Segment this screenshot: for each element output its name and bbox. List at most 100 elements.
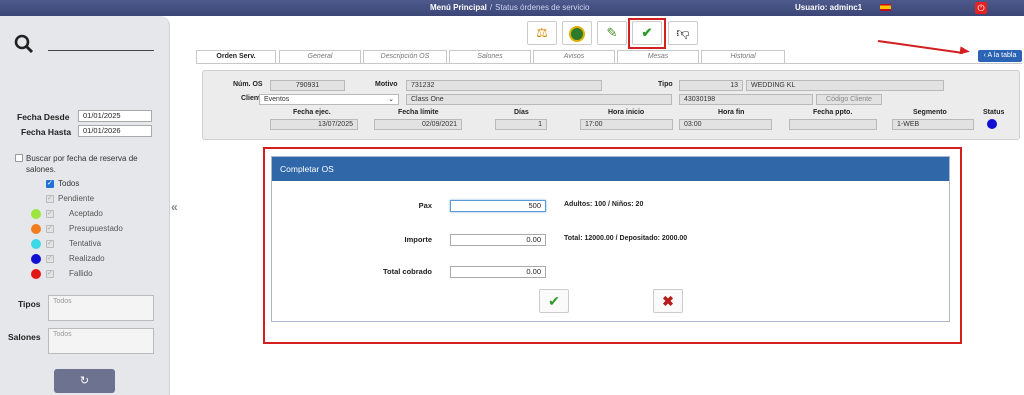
segmento-label: Segmento bbox=[913, 109, 947, 116]
status-label: Aceptado bbox=[69, 209, 103, 218]
tab-1[interactable]: General bbox=[279, 50, 361, 63]
chevron-down-icon: ⌄ bbox=[388, 96, 394, 103]
highlight-complete-button bbox=[628, 18, 666, 49]
status-checkbox[interactable] bbox=[46, 254, 54, 263]
pax-label: Pax bbox=[418, 201, 432, 210]
money-button[interactable] bbox=[562, 21, 592, 45]
tipo-code-field: 13 bbox=[679, 80, 743, 91]
balance-icon: ⚖ bbox=[536, 25, 548, 40]
num-os-field: 790931 bbox=[270, 80, 345, 91]
filter-sidebar: Fecha Desde 01/01/2025 Fecha Hasta 01/01… bbox=[0, 16, 170, 395]
status-label: Presupuestado bbox=[69, 224, 123, 233]
tipo-name-field: WEDDING KL bbox=[746, 80, 944, 91]
buscar-reserva-label: Buscar por fecha de reserva de salones. bbox=[26, 154, 138, 174]
fecha-hasta-label: Fecha Hasta bbox=[21, 127, 72, 137]
segmento-field: 1-WEB bbox=[892, 119, 974, 130]
confirm-button[interactable]: ✔ bbox=[539, 289, 569, 313]
fecha-ppto-label: Fecha ppto. bbox=[813, 109, 853, 116]
spain-flag-icon[interactable] bbox=[880, 4, 891, 11]
dias-label: Días bbox=[514, 109, 529, 116]
refresh-icon: ↻ bbox=[79, 375, 90, 387]
pax-note: Adultos: 100 / Niños: 20 bbox=[564, 201, 644, 208]
importe-input[interactable]: 0.00 bbox=[450, 234, 546, 246]
fecha-desde-input[interactable]: 01/01/2025 bbox=[78, 110, 152, 122]
status-checkbox[interactable] bbox=[46, 209, 54, 218]
breadcrumb-menu[interactable]: Menú Principal bbox=[430, 3, 487, 12]
cliente-code-field: 43030198 bbox=[679, 94, 813, 105]
status-checkbox[interactable] bbox=[46, 194, 54, 203]
tab-divider bbox=[196, 63, 1022, 64]
status-color-dot bbox=[31, 239, 41, 249]
reject-button[interactable]: 👎︎ bbox=[668, 21, 698, 45]
dialog-title: Completar OS bbox=[272, 157, 949, 181]
buscar-reserva-checkbox[interactable] bbox=[15, 154, 23, 162]
fecha-hasta-input[interactable]: 01/01/2026 bbox=[78, 125, 152, 137]
edit-button[interactable]: ✎ bbox=[597, 21, 627, 45]
importe-note: Total: 12000.00 / Depositado: 2000.00 bbox=[564, 235, 688, 242]
search-input[interactable] bbox=[48, 50, 154, 51]
hora-inicio-label: Hora inicio bbox=[608, 109, 645, 116]
importe-label: Importe bbox=[404, 235, 432, 244]
cliente-value: Eventos bbox=[264, 96, 290, 103]
money-icon bbox=[569, 25, 585, 42]
status-label: Realizado bbox=[69, 254, 105, 263]
status-color-dot bbox=[31, 269, 41, 279]
hora-inicio-field: 17:00 bbox=[580, 119, 673, 130]
collapse-sidebar-icon[interactable]: « bbox=[171, 200, 178, 214]
status-label: Tentativa bbox=[69, 239, 102, 248]
search-icon[interactable] bbox=[14, 34, 34, 54]
order-header-panel: Núm. OS 790931 Motivo 731232 Tipo 13 WED… bbox=[202, 70, 1020, 140]
user-label: Usuario: adminc1 bbox=[795, 3, 863, 12]
codigo-cliente-field[interactable]: Código Cliente bbox=[816, 94, 882, 105]
dias-field: 1 bbox=[495, 119, 547, 130]
tab-0[interactable]: Orden Serv. bbox=[196, 50, 276, 63]
top-bar: Menú Principal / Status órdenes de servici… bbox=[0, 0, 1024, 16]
annotation-arrowhead bbox=[959, 46, 971, 56]
tab-3[interactable]: Salones bbox=[449, 50, 531, 63]
completar-os-dialog: Completar OS Pax 500 Adultos: 100 / Niño… bbox=[271, 156, 950, 322]
status-color-dot bbox=[31, 254, 41, 264]
fecha-limite-field: 02/09/2021 bbox=[374, 119, 462, 130]
thumbs-down-icon: 👎︎ bbox=[676, 25, 690, 40]
fecha-ejec-field: 13/07/2025 bbox=[270, 119, 358, 130]
status-label: Fallido bbox=[69, 269, 93, 278]
status-indicator bbox=[987, 119, 997, 129]
total-cobrado-input[interactable]: 0.00 bbox=[450, 266, 546, 278]
fecha-desde-label: Fecha Desde bbox=[17, 112, 70, 122]
back-to-table-button[interactable]: ‹ A la tabla bbox=[978, 50, 1022, 62]
edit-icon: ✎ bbox=[606, 25, 618, 40]
breadcrumb: Menú Principal / Status órdenes de servici… bbox=[430, 3, 589, 12]
hora-fin-label: Hora fin bbox=[718, 109, 745, 116]
status-label: Todos bbox=[58, 179, 80, 188]
status-checkbox[interactable] bbox=[46, 224, 54, 233]
checkmark-icon: ✔ bbox=[548, 293, 560, 309]
tipos-label: Tipos bbox=[18, 299, 41, 309]
status-checkbox[interactable] bbox=[46, 239, 54, 248]
cliente-select[interactable]: Eventos ⌄ bbox=[259, 94, 399, 105]
status-checkbox[interactable] bbox=[46, 269, 54, 278]
salones-input[interactable]: Todos bbox=[48, 328, 154, 354]
tipos-input[interactable]: Todos bbox=[48, 295, 154, 321]
class-field: Class One bbox=[406, 94, 672, 105]
status-label: Pendiente bbox=[58, 194, 95, 203]
tab-6[interactable]: Historial bbox=[701, 50, 785, 63]
total-cobrado-label: Total cobrado bbox=[382, 267, 432, 276]
status-color-dot bbox=[31, 209, 41, 219]
tab-4[interactable]: Avisos bbox=[533, 50, 615, 63]
hora-fin-field: 03:00 bbox=[679, 119, 772, 130]
refresh-button[interactable]: ↻ bbox=[54, 369, 115, 393]
pax-input[interactable]: 500 bbox=[450, 200, 546, 212]
motivo-field: 731232 bbox=[406, 80, 602, 91]
tab-2[interactable]: Descripción OS bbox=[363, 50, 447, 63]
balance-button[interactable]: ⚖ bbox=[527, 21, 557, 45]
motivo-label: Motivo bbox=[375, 81, 398, 88]
power-icon[interactable]: ⏻ bbox=[975, 2, 987, 14]
tab-5[interactable]: Mesas bbox=[617, 50, 699, 63]
cancel-button[interactable]: ✖ bbox=[653, 289, 683, 313]
annotation-arrow bbox=[877, 40, 964, 54]
breadcrumb-separator: / bbox=[489, 3, 493, 12]
status-label: Status bbox=[983, 109, 1005, 116]
tipo-label: Tipo bbox=[658, 81, 673, 88]
status-checkbox[interactable] bbox=[46, 179, 54, 188]
salones-label: Salones bbox=[8, 332, 41, 342]
